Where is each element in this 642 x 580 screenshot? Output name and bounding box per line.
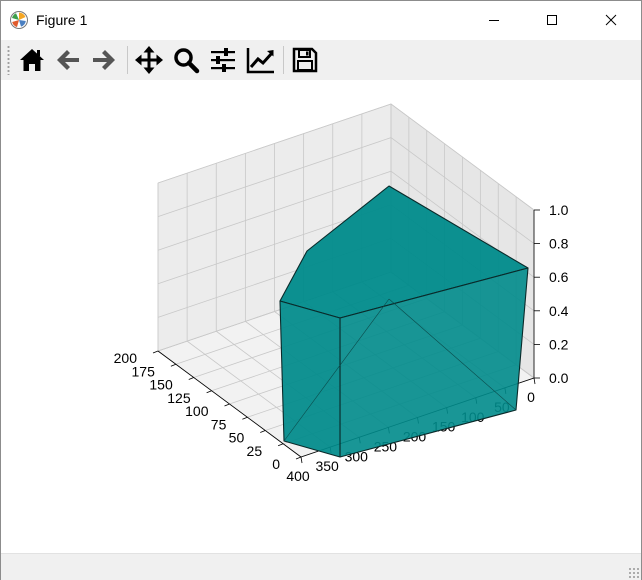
figure-window: Figure 1 0 25 50 75 100 125 150 175 200 … [0,0,642,580]
toolbar-separator [283,46,284,74]
arrow-right-icon [93,50,115,70]
maximize-icon [547,15,557,25]
z-tick-label: 0.0 [549,370,569,386]
x-tick-label: 25 [247,443,263,459]
magnifier-icon [174,48,200,74]
z-tick-label: 1.0 [549,202,569,218]
floppy-disk-icon [292,47,318,73]
matplotlib-app-icon [10,11,28,29]
title-bar[interactable]: Figure 1 [1,1,641,39]
x-tick-label: 50 [229,430,245,446]
move-icon [135,46,163,74]
y-tick-label: 350 [315,458,339,474]
close-button[interactable] [588,1,634,39]
forward-button[interactable] [87,43,121,77]
home-button[interactable] [15,43,49,77]
z-tick-label: 0.6 [549,269,569,285]
sliders-icon [211,48,235,72]
back-button[interactable] [51,43,85,77]
x-tick-mark [224,403,230,407]
save-button[interactable] [288,43,322,77]
home-icon [20,49,44,71]
x-tick-mark [188,377,194,380]
window-title: Figure 1 [36,12,88,28]
y-tick-mark [533,377,536,385]
x-tick-mark [206,390,212,394]
line-chart-icon [246,48,274,74]
edit-axes-button[interactable] [244,43,278,77]
pan-button[interactable] [132,43,166,77]
y-tick-label: 0 [527,389,535,405]
toolbar-grip[interactable] [7,45,10,75]
x-tick-mark [170,363,177,367]
status-bar [1,553,641,580]
z-tick-label: 0.2 [549,336,569,352]
x-tick-mark [277,443,284,447]
plot-3d[interactable]: 0255075100125150175200050100150200250300… [1,80,641,553]
x-tick-mark [152,350,159,354]
subplots-button[interactable] [206,43,240,77]
y-tick-label: 400 [286,468,310,484]
y-tick-mark [300,456,303,464]
x-tick-label: 0 [272,456,280,472]
arrow-left-icon [57,50,79,70]
z-tick-label: 0.8 [549,236,569,252]
minimize-icon [489,20,499,21]
x-tick-mark [260,430,266,433]
close-icon [605,14,617,26]
figure-canvas[interactable]: 0255075100125150175200050100150200250300… [1,80,641,553]
navigation-toolbar [1,40,641,80]
toolbar-separator [127,46,128,74]
x-tick-mark [242,416,248,420]
resize-grip[interactable] [628,567,639,578]
zoom-button[interactable] [169,43,203,77]
surface-left-face [279,300,341,458]
maximize-button[interactable] [529,1,575,39]
x-tick-label: 200 [114,350,138,366]
minimize-button[interactable] [471,1,517,39]
x-tick-mark [295,456,302,460]
z-tick-label: 0.4 [549,303,569,319]
x-tick-label: 75 [211,416,227,432]
